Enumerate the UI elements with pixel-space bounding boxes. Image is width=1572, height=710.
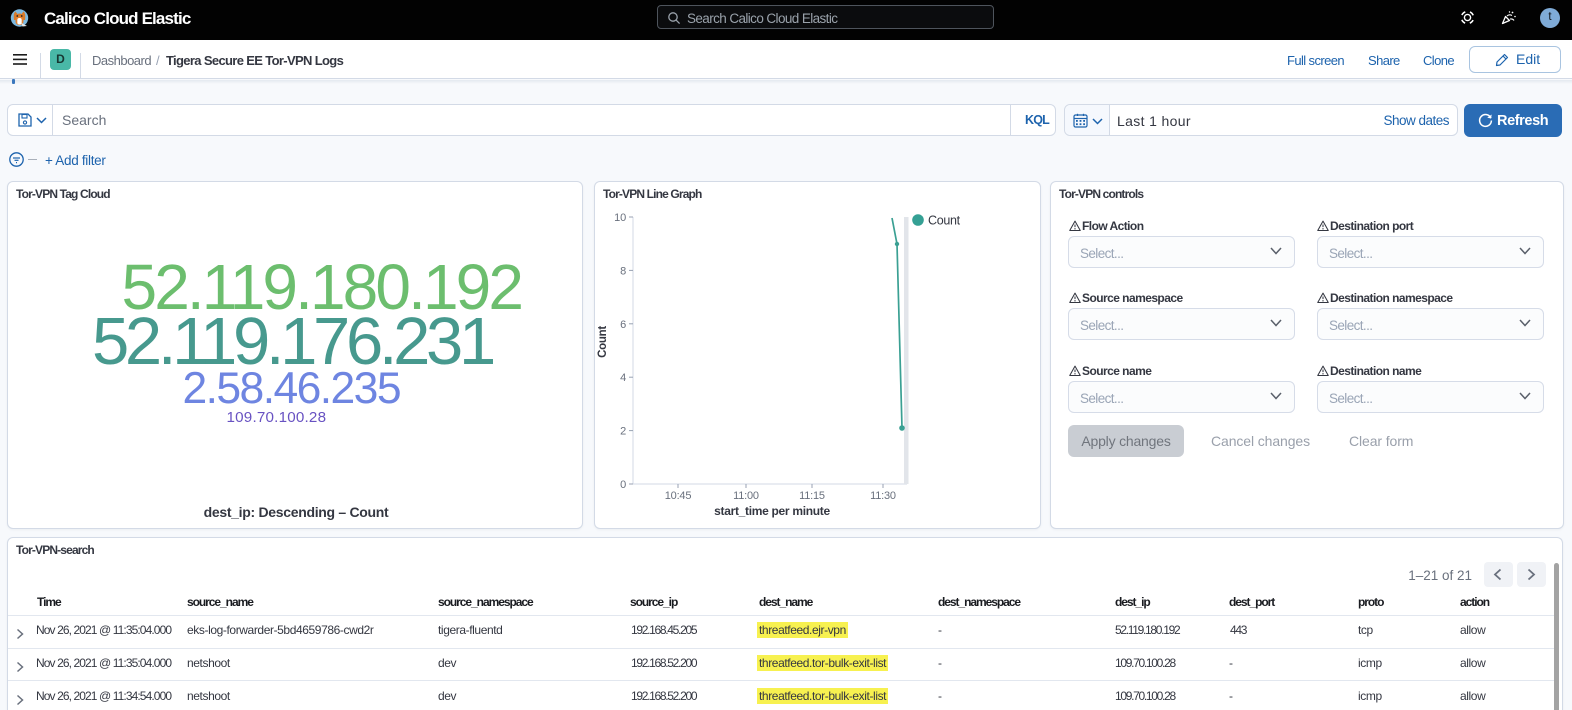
svg-text:10:45: 10:45 xyxy=(665,490,692,502)
svg-text:6: 6 xyxy=(620,319,626,331)
svg-text:11:00: 11:00 xyxy=(733,490,759,502)
svg-text:2: 2 xyxy=(620,426,626,438)
svg-text:11:30: 11:30 xyxy=(870,490,896,502)
svg-text:4: 4 xyxy=(620,372,626,384)
svg-text:Count: Count xyxy=(597,326,609,358)
svg-text:0: 0 xyxy=(620,479,626,491)
svg-text:11:15: 11:15 xyxy=(799,490,825,502)
svg-text:10: 10 xyxy=(614,212,626,224)
svg-text:8: 8 xyxy=(620,265,626,277)
svg-text:Count: Count xyxy=(928,214,961,228)
svg-text:start_time per minute: start_time per minute xyxy=(714,504,830,518)
